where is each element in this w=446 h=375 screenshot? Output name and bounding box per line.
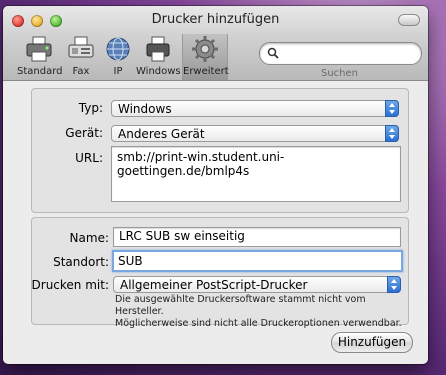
location-field[interactable]: SUB bbox=[112, 250, 403, 272]
chevron-updown-icon bbox=[385, 100, 399, 117]
search-label: Suchen bbox=[320, 68, 358, 79]
search-icon bbox=[267, 47, 279, 59]
printer-default-icon bbox=[24, 34, 54, 64]
toolbar-item-advanced[interactable]: Erweitert bbox=[182, 34, 229, 80]
toolbar-item-label: Windows bbox=[136, 66, 181, 77]
search-field[interactable] bbox=[259, 42, 422, 65]
fax-icon bbox=[66, 34, 96, 64]
toolbar-item-standard[interactable]: Standard bbox=[17, 34, 63, 80]
title-bar: Drucker hinzufügen Standard Fax IP Windo… bbox=[3, 6, 428, 81]
toolbar-toggle-button[interactable] bbox=[398, 14, 420, 26]
driver-note: Die ausgewählte Druckersoftware stammt n… bbox=[115, 294, 405, 330]
type-select-value: Windows bbox=[118, 102, 172, 116]
toolbar-item-ip[interactable]: IP bbox=[101, 34, 135, 80]
device-label: Gerät: bbox=[65, 126, 103, 140]
driver-note-line: Möglicherweise sind nicht alle Druckerop… bbox=[115, 318, 402, 329]
chevron-updown-icon bbox=[385, 125, 399, 142]
name-label: Name: bbox=[69, 231, 109, 245]
url-label: URL: bbox=[75, 151, 103, 165]
device-select-value: Anderes Gerät bbox=[118, 127, 205, 141]
windows-printer-icon bbox=[143, 34, 173, 64]
toolbar-item-fax[interactable]: Fax bbox=[63, 34, 99, 80]
device-select[interactable]: Anderes Gerät bbox=[111, 125, 399, 142]
add-button[interactable]: Hinzufügen bbox=[331, 332, 413, 353]
toolbar-item-windows[interactable]: Windows bbox=[136, 34, 181, 80]
driver-label: Drucken mit: bbox=[31, 278, 109, 292]
url-field[interactable]: smb://print-win.student.uni-goettingen.d… bbox=[111, 146, 401, 202]
chevron-updown-icon bbox=[387, 276, 401, 293]
type-label: Typ: bbox=[78, 101, 103, 115]
name-field[interactable]: LRC SUB sw einseitig bbox=[113, 227, 401, 247]
add-printer-window: Drucker hinzufügen Standard Fax IP Windo… bbox=[3, 6, 428, 364]
window-title: Drucker hinzufügen bbox=[151, 12, 280, 27]
driver-select-value: Allgemeiner PostScript-Drucker bbox=[120, 278, 308, 292]
driver-select[interactable]: Allgemeiner PostScript-Drucker bbox=[113, 276, 401, 293]
driver-note-line: Die ausgewählte Druckersoftware stammt n… bbox=[115, 294, 366, 317]
globe-icon bbox=[103, 34, 133, 64]
toolbar-item-label: Erweitert bbox=[183, 66, 229, 77]
toolbar-item-label: IP bbox=[113, 66, 123, 77]
type-select[interactable]: Windows bbox=[111, 100, 399, 117]
toolbar-item-label: Standard bbox=[17, 66, 63, 77]
gear-icon bbox=[190, 34, 220, 64]
toolbar-item-label: Fax bbox=[72, 66, 90, 77]
location-label: Standort: bbox=[53, 255, 109, 269]
